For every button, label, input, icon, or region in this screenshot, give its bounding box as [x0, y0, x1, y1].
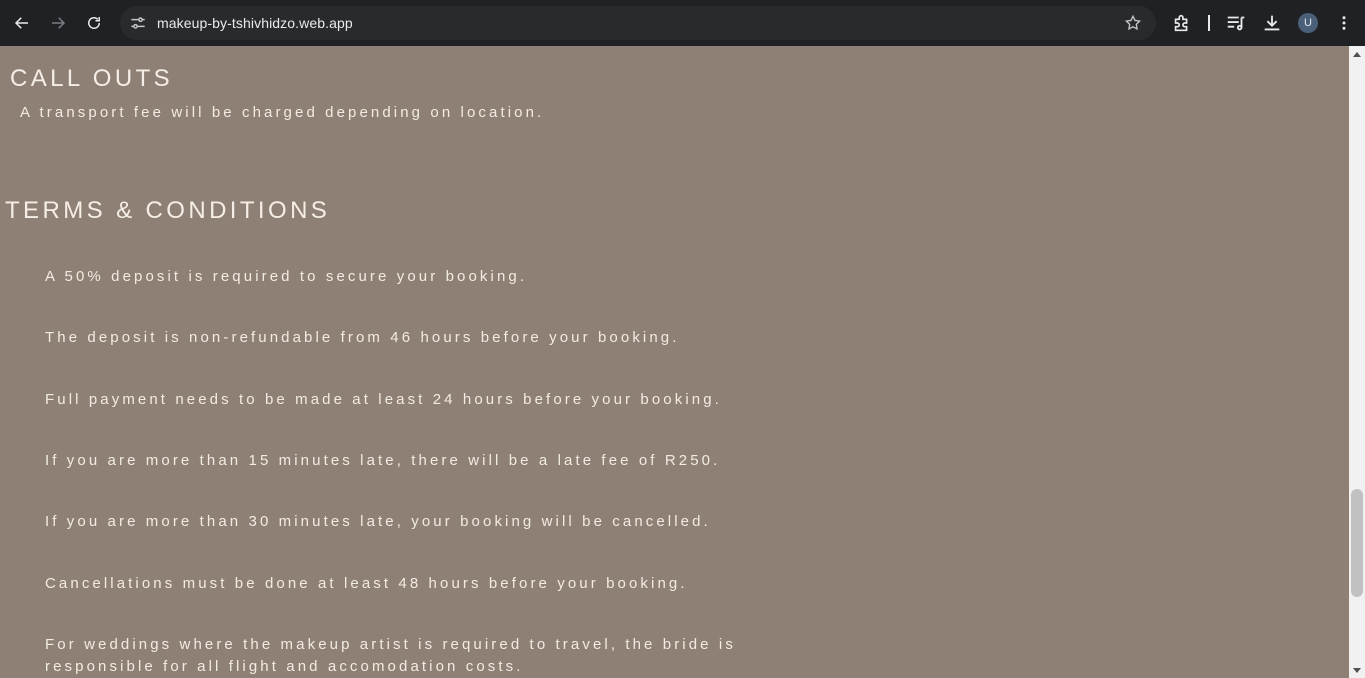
scroll-up-arrow-icon[interactable] — [1353, 52, 1361, 57]
page-content: CALL OUTS A transport fee will be charge… — [0, 46, 1349, 678]
reload-icon — [88, 17, 100, 29]
star-icon[interactable] — [1124, 14, 1142, 32]
terms-item: Full payment needs to be made at least 2… — [45, 391, 722, 408]
terms-item: If you are more than 30 minutes late, yo… — [45, 513, 711, 530]
callouts-text: A transport fee will be charged dependin… — [20, 104, 545, 121]
url-text[interactable]: makeup-by-tshivhidzo.web.app — [157, 15, 353, 31]
browser-toolbar: makeup-by-tshivhidzo.web.app U — [0, 0, 1365, 46]
forward-icon — [52, 17, 66, 29]
forward-button[interactable] — [40, 5, 76, 41]
terms-heading: TERMS & CONDITIONS — [5, 197, 331, 224]
terms-item: If you are more than 15 minutes late, th… — [45, 452, 721, 469]
terms-item: A 50% deposit is required to secure your… — [45, 268, 528, 285]
scroll-down-arrow-icon[interactable] — [1353, 668, 1361, 673]
terms-item: Cancellations must be done at least 48 h… — [45, 575, 688, 592]
callouts-heading: CALL OUTS — [10, 65, 174, 92]
toolbar-divider — [1208, 15, 1210, 31]
profile-avatar[interactable]: U — [1298, 13, 1318, 33]
terms-item: The deposit is non-refundable from 46 ho… — [45, 329, 680, 346]
download-icon[interactable] — [1261, 12, 1283, 34]
scroll-thumb[interactable] — [1351, 489, 1363, 597]
menu-icon[interactable] — [1335, 12, 1353, 34]
site-info-icon[interactable] — [128, 13, 148, 33]
back-button[interactable] — [4, 5, 40, 41]
reading-list-icon[interactable] — [1225, 12, 1247, 34]
address-bar[interactable]: makeup-by-tshivhidzo.web.app — [120, 6, 1156, 40]
extensions-icon[interactable] — [1171, 12, 1193, 34]
reload-button[interactable] — [76, 5, 112, 41]
terms-item: For weddings where the makeup artist is … — [45, 636, 736, 675]
back-icon — [14, 17, 28, 29]
page-scrollbar[interactable] — [1349, 46, 1365, 678]
